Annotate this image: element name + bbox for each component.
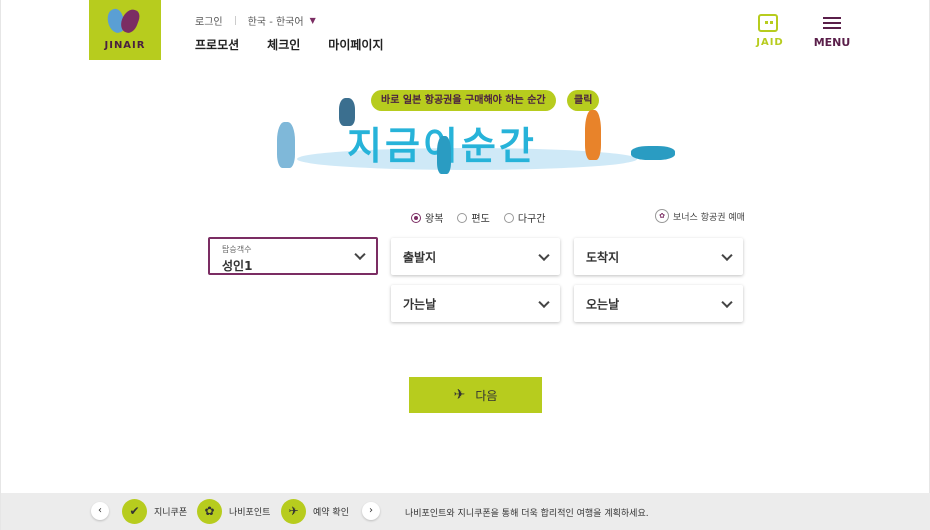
chevron-down-icon — [721, 296, 733, 308]
footer-item-booking-check[interactable]: ✈ 예약 확인 — [281, 499, 349, 524]
chevron-down-icon — [354, 248, 366, 261]
footer-bar: ‹ ✔ 지니쿠폰 ✿ 나비포인트 ✈ 예약 확인 › 나비포인트와 지니쿠폰을 … — [1, 493, 930, 530]
footer-item-coupon[interactable]: ✔ 지니쿠폰 — [122, 499, 187, 524]
robot-icon — [758, 14, 778, 32]
prev-arrow-button[interactable]: ‹ — [91, 502, 109, 520]
passenger-label: 탑승객수 — [222, 245, 252, 254]
login-link[interactable]: 로그인 — [195, 13, 223, 28]
nav-item-promotion[interactable]: 프로모션 — [195, 36, 239, 53]
coupon-icon: ✔ — [122, 499, 147, 524]
chevron-down-icon — [538, 296, 550, 308]
jinair-logo[interactable]: JINAIR — [89, 0, 161, 60]
hamburger-icon — [823, 17, 841, 29]
trip-roundtrip[interactable]: 왕복 — [411, 210, 443, 225]
menu-label: MENU — [813, 36, 851, 49]
chevron-down-icon — [538, 249, 550, 261]
trip-type-group: 왕복 편도 다구간 — [411, 210, 545, 225]
footer-item-label: 예약 확인 — [313, 508, 349, 518]
menu-button[interactable]: MENU — [813, 17, 851, 49]
trip-multicity[interactable]: 다구간 — [503, 210, 546, 225]
airplane-icon: ✈ — [453, 387, 466, 403]
footer-item-label: 지니쿠폰 — [154, 508, 188, 518]
jaid-chatbot-button[interactable]: JAID — [749, 12, 791, 50]
butterfly-icon: ✿ — [655, 209, 669, 223]
airplane-icon: ✈ — [281, 499, 306, 524]
language-select[interactable]: 한국 - 한국어 — [248, 13, 304, 28]
radio-icon[interactable] — [457, 212, 468, 223]
destination-label: 도착지 — [586, 250, 620, 264]
banner-bubble-text: 바로 일본 항공권을 구매해야 하는 순간 — [371, 90, 556, 111]
chevron-down-icon[interactable]: ▼ — [310, 16, 316, 25]
person-illustration — [277, 122, 295, 168]
return-date-label: 오는날 — [586, 297, 620, 311]
butterfly-icon: ✿ — [197, 499, 222, 524]
trip-multicity-label: 다구간 — [517, 214, 546, 225]
trip-oneway[interactable]: 편도 — [457, 210, 490, 225]
bonus-ticket-label: 보너스 항공권 예매 — [673, 212, 745, 223]
logo-text: JINAIR — [104, 40, 146, 51]
jaid-label: JAID — [756, 37, 784, 48]
promo-banner[interactable]: 바로 일본 항공권을 구매해야 하는 순간 클릭 지금이순간 — [267, 88, 687, 178]
next-arrow-button[interactable]: › — [362, 502, 380, 520]
destination-select[interactable]: 도착지 — [574, 238, 743, 275]
return-date-select[interactable]: 오는날 — [574, 285, 743, 322]
footer-item-points[interactable]: ✿ 나비포인트 — [197, 499, 270, 524]
passenger-value: 성인1 — [222, 259, 253, 273]
main-nav: 프로모션 체크인 마이페이지 — [195, 36, 384, 53]
origin-label: 출발지 — [403, 250, 437, 264]
person-illustration — [631, 146, 675, 160]
depart-date-label: 가는날 — [403, 297, 437, 311]
person-illustration — [339, 98, 355, 126]
next-button[interactable]: ✈ 다음 — [409, 377, 542, 413]
page: JINAIR 로그인 한국 - 한국어 ▼ 프로모션 체크인 마이페이지 JAI… — [0, 0, 930, 530]
banner-click-badge[interactable]: 클릭 — [567, 90, 600, 111]
utility-nav: 로그인 한국 - 한국어 ▼ — [195, 13, 316, 28]
person-illustration — [437, 136, 451, 174]
footer-item-label: 나비포인트 — [229, 508, 271, 518]
nav-item-mypage[interactable]: 마이페이지 — [328, 36, 383, 53]
person-illustration — [585, 110, 601, 160]
next-label: 다음 — [475, 388, 498, 403]
trip-oneway-label: 편도 — [471, 214, 490, 225]
chevron-down-icon — [721, 249, 733, 261]
footer-message: 나비포인트와 지니쿠폰을 통해 더욱 합리적인 여행을 계획하세요. — [405, 509, 649, 519]
divider — [234, 16, 236, 25]
origin-select[interactable]: 출발지 — [391, 238, 560, 275]
passenger-select[interactable]: 탑승객수 성인1 — [208, 237, 378, 275]
radio-icon[interactable] — [503, 212, 514, 223]
bonus-ticket-link[interactable]: ✿ 보너스 항공권 예매 — [655, 209, 745, 223]
nav-item-checkin[interactable]: 체크인 — [267, 36, 300, 53]
depart-date-select[interactable]: 가는날 — [391, 285, 560, 322]
radio-selected-icon[interactable] — [411, 212, 421, 223]
trip-roundtrip-label: 왕복 — [425, 214, 444, 225]
